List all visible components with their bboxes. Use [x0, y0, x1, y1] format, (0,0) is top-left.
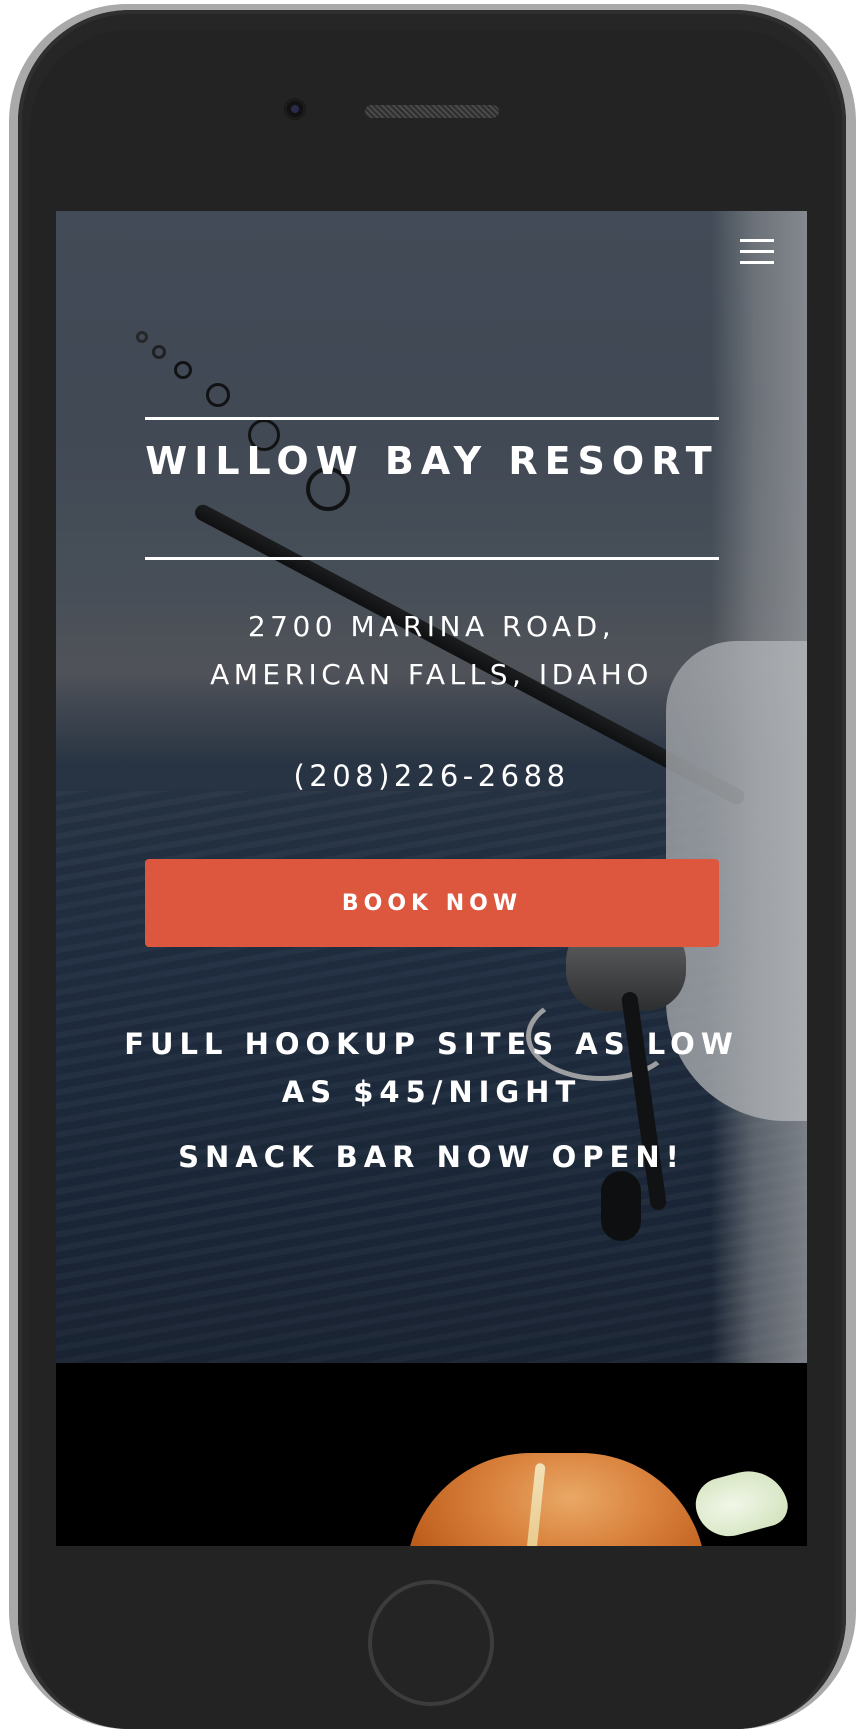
burger-image	[406, 1453, 706, 1546]
menu-button[interactable]	[740, 239, 774, 265]
page-title: WILLOW BAY RESORT	[145, 439, 719, 483]
snack-bar-section	[56, 1363, 807, 1546]
address: 2700 MARINA ROAD, AMERICAN FALLS, IDAHO	[116, 603, 747, 699]
promo-snack-bar: SNACK BAR NOW OPEN!	[178, 1140, 685, 1174]
title-top-rule	[145, 417, 719, 420]
promo-hookup-sites: FULL HOOKUP SITES AS LOW AS $45/NIGHT	[124, 1027, 739, 1109]
address-line-1: 2700 MARINA ROAD,	[247, 610, 616, 643]
address-line-2: AMERICAN FALLS, IDAHO	[210, 658, 653, 691]
title-bottom-rule	[145, 557, 719, 560]
hero-section: WILLOW BAY RESORT 2700 MARINA ROAD, AMER…	[56, 211, 807, 1363]
lettuce-shape	[689, 1462, 793, 1544]
phone-number-link[interactable]: (208)226-2688	[116, 756, 747, 796]
front-camera	[284, 98, 306, 120]
screen: WILLOW BAY RESORT 2700 MARINA ROAD, AMER…	[56, 211, 807, 1546]
home-button[interactable]	[368, 1580, 494, 1706]
book-now-button[interactable]: BOOK NOW	[145, 859, 719, 947]
earpiece-speaker	[365, 105, 499, 118]
